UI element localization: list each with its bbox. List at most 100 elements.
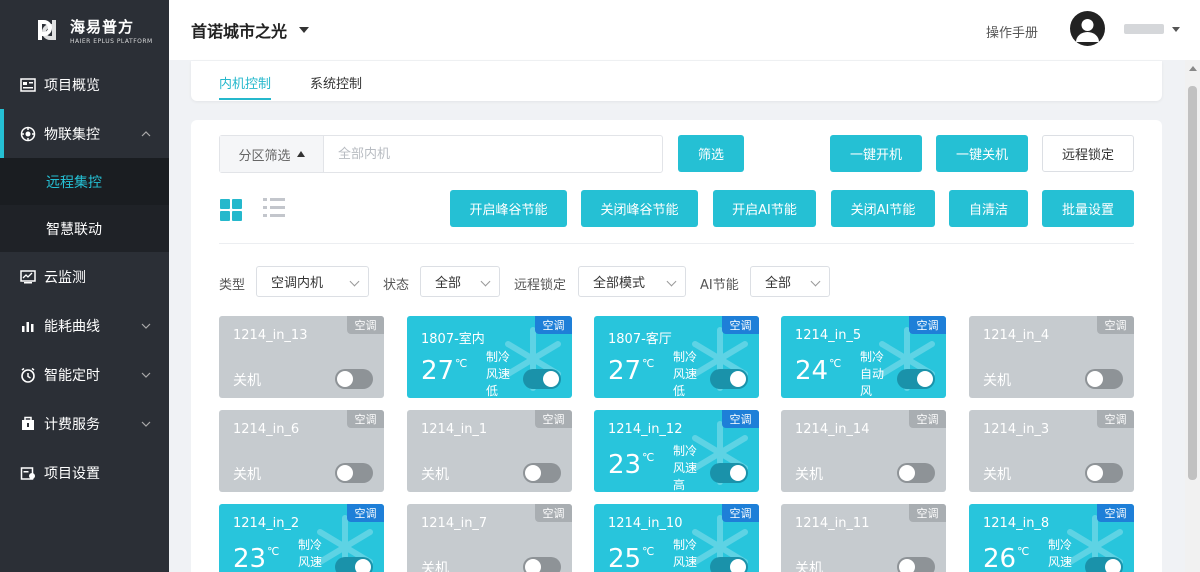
remote-lock-select[interactable]: 全部模式 — [578, 266, 686, 297]
power-toggle[interactable] — [1085, 557, 1123, 572]
tab-system-control[interactable]: 系统控制 — [310, 73, 362, 92]
power-toggle[interactable] — [897, 463, 935, 483]
sidebar-item-smart-timer[interactable]: 智能定时 — [0, 350, 169, 399]
device-name: 1214_in_11 — [795, 516, 870, 531]
power-toggle[interactable] — [523, 463, 561, 483]
device-card[interactable]: 空调 1214_in_5 24 ℃ 制冷 自动风 — [781, 316, 946, 398]
caret-down-icon[interactable] — [299, 27, 310, 33]
device-type-badge: 空调 — [722, 316, 759, 334]
device-state: 关机 — [795, 561, 823, 572]
device-name: 1214_in_14 — [795, 422, 870, 437]
device-card[interactable]: 空调 1214_in_13 关机 — [219, 316, 384, 398]
energy-curve-icon — [20, 318, 36, 334]
power-toggle[interactable] — [1085, 463, 1123, 483]
device-type-badge: 空调 — [535, 504, 572, 522]
scroll-up-icon[interactable] — [1189, 66, 1197, 71]
chevron-down-icon — [141, 323, 151, 329]
power-toggle[interactable] — [335, 463, 373, 483]
power-toggle[interactable] — [897, 557, 935, 572]
brand-subtitle: HAIER EPLUS PLATFORM — [70, 37, 153, 45]
power-toggle[interactable] — [335, 369, 373, 389]
device-fan-label: 风速 — [1048, 555, 1073, 569]
device-card[interactable]: 空调 1214_in_8 26 ℃ 制冷 风速 — [969, 504, 1134, 572]
sidebar-item-billing[interactable]: 计费服务 — [0, 399, 169, 448]
grid-view-icon[interactable] — [220, 199, 242, 221]
filter-button[interactable]: 筛选 — [678, 135, 744, 172]
sidebar-subitem-smart-linkage[interactable]: 智慧联动 — [0, 205, 169, 252]
power-toggle[interactable] — [897, 369, 935, 389]
device-card[interactable]: 空调 1214_in_6 关机 — [219, 410, 384, 492]
project-settings-icon — [20, 465, 36, 481]
device-card[interactable]: 空调 1807-客厅 27 ℃ 制冷 风速低 — [594, 316, 759, 398]
self-clean-button[interactable]: 自清洁 — [949, 190, 1028, 227]
ai-energy-on-button[interactable]: 开启AI节能 — [713, 190, 816, 227]
toggle-knob — [543, 371, 559, 387]
device-card[interactable]: 空调 1214_in_10 25 ℃ 制冷 风速 — [594, 504, 759, 572]
batch-settings-button[interactable]: 批量设置 — [1042, 190, 1134, 227]
project-selector[interactable]: 首诺城市之光 — [191, 18, 287, 42]
device-name: 1214_in_10 — [608, 516, 683, 531]
sidebar-item-project-settings[interactable]: 项目设置 — [0, 448, 169, 497]
tab-indoor-control[interactable]: 内机控制 — [219, 73, 271, 92]
toggle-knob — [355, 559, 371, 572]
power-off-all-button[interactable]: 一键关机 — [936, 135, 1028, 172]
device-state: 关机 — [421, 467, 449, 483]
device-temperature: 25 — [608, 544, 642, 572]
peak-valley-on-button[interactable]: 开启峰谷节能 — [450, 190, 567, 227]
power-toggle[interactable] — [335, 557, 373, 572]
divider — [219, 243, 1134, 244]
list-view-icon[interactable] — [263, 198, 285, 220]
device-card[interactable]: 空调 1214_in_12 23 ℃ 制冷 风速高 — [594, 410, 759, 492]
ai-energy-select[interactable]: 全部 — [750, 266, 830, 297]
device-name: 1214_in_12 — [608, 422, 683, 437]
peak-valley-off-button[interactable]: 关闭峰谷节能 — [581, 190, 698, 227]
scrollbar-thumb[interactable] — [1188, 86, 1197, 480]
scrollbar[interactable] — [1185, 60, 1200, 572]
device-type-badge: 空调 — [347, 316, 384, 334]
device-card[interactable]: 空调 1214_in_4 关机 — [969, 316, 1134, 398]
device-fan-speed: 风 — [860, 384, 873, 398]
device-card[interactable]: 空调 1214_in_3 关机 — [969, 410, 1134, 492]
zone-filter-dropdown[interactable]: 分区筛选 — [220, 136, 324, 172]
ai-energy-off-button[interactable]: 关闭AI节能 — [831, 190, 935, 227]
device-fan-label: 风速 — [298, 555, 323, 569]
sidebar-item-overview[interactable]: 项目概览 — [0, 60, 169, 109]
ai-energy-label: AI节能 — [700, 278, 739, 293]
status-select[interactable]: 全部 — [420, 266, 500, 297]
sidebar-item-iot-control[interactable]: 物联集控 — [0, 109, 169, 158]
device-card[interactable]: 空调 1214_in_14 关机 — [781, 410, 946, 492]
device-temperature-unit: ℃ — [267, 545, 280, 558]
device-name: 1214_in_2 — [233, 516, 300, 531]
remote-lock-select-value: 全部模式 — [593, 276, 646, 291]
type-select[interactable]: 空调内机 — [256, 266, 369, 297]
toggle-knob — [1087, 371, 1103, 387]
power-toggle[interactable] — [710, 557, 748, 572]
power-on-all-button[interactable]: 一键开机 — [830, 135, 922, 172]
device-card[interactable]: 空调 1807-室内 27 ℃ 制冷 风速低 — [407, 316, 572, 398]
avatar[interactable] — [1070, 11, 1105, 46]
device-card[interactable]: 空调 1214_in_7 关机 — [407, 504, 572, 572]
device-card[interactable]: 空调 1214_in_2 23 ℃ 制冷 风速 — [219, 504, 384, 572]
power-toggle[interactable] — [523, 369, 561, 389]
power-toggle[interactable] — [523, 557, 561, 572]
power-toggle[interactable] — [710, 369, 748, 389]
device-fan-speed: 低 — [486, 384, 499, 398]
sidebar-item-energy-curve[interactable]: 能耗曲线 — [0, 301, 169, 350]
device-state: 关机 — [233, 467, 261, 483]
device-card[interactable]: 空调 1214_in_11 关机 — [781, 504, 946, 572]
device-card[interactable]: 空调 1214_in_1 关机 — [407, 410, 572, 492]
device-mode-text: 制冷 — [673, 538, 698, 552]
sidebar-item-cloud-monitor[interactable]: 云监测 — [0, 252, 169, 301]
power-toggle[interactable] — [1085, 369, 1123, 389]
indoor-unit-input[interactable] — [324, 136, 662, 172]
sidebar-subitem-remote-control[interactable]: 远程集控 — [0, 158, 169, 205]
manual-link[interactable]: 操作手册 — [986, 22, 1038, 41]
device-name: 1214_in_5 — [795, 328, 862, 343]
caret-down-icon[interactable] — [1172, 27, 1180, 32]
power-toggle[interactable] — [710, 463, 748, 483]
timer-icon — [20, 367, 36, 383]
chevron-down-icon — [666, 276, 677, 287]
remote-lock-button[interactable]: 远程锁定 — [1042, 135, 1134, 172]
user-name-redacted[interactable] — [1124, 24, 1164, 34]
device-mode-text: 制冷 — [673, 444, 698, 458]
